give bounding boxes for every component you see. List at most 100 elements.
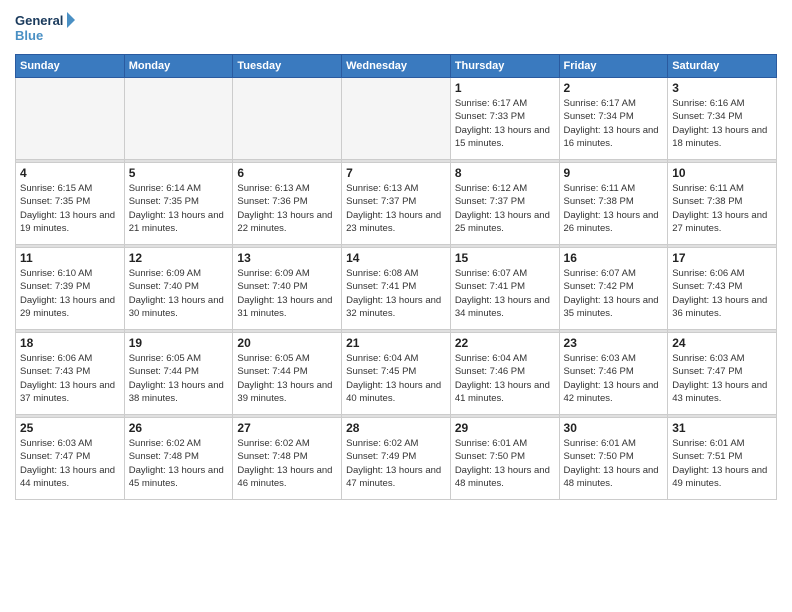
day-info: Sunrise: 6:11 AM Sunset: 7:38 PM Dayligh… [564,182,664,235]
calendar-day-cell: 9 Sunrise: 6:11 AM Sunset: 7:38 PM Daylig… [559,163,668,245]
day-info: Sunrise: 6:04 AM Sunset: 7:46 PM Dayligh… [455,352,555,405]
calendar-day-cell: 22 Sunrise: 6:04 AM Sunset: 7:46 PM Dayli… [450,333,559,415]
calendar-day-cell: 8 Sunrise: 6:12 AM Sunset: 7:37 PM Daylig… [450,163,559,245]
weekday-header: Wednesday [342,55,451,78]
day-info: Sunrise: 6:06 AM Sunset: 7:43 PM Dayligh… [20,352,120,405]
day-info: Sunrise: 6:02 AM Sunset: 7:48 PM Dayligh… [237,437,337,490]
calendar-day-cell: 24 Sunrise: 6:03 AM Sunset: 7:47 PM Dayli… [668,333,777,415]
calendar: SundayMondayTuesdayWednesdayThursdayFrid… [15,54,777,500]
day-number: 16 [564,251,664,265]
day-number: 22 [455,336,555,350]
weekday-header: Friday [559,55,668,78]
calendar-header-row: SundayMondayTuesdayWednesdayThursdayFrid… [16,55,777,78]
day-info: Sunrise: 6:01 AM Sunset: 7:50 PM Dayligh… [564,437,664,490]
day-number: 15 [455,251,555,265]
day-info: Sunrise: 6:13 AM Sunset: 7:37 PM Dayligh… [346,182,446,235]
day-number: 12 [129,251,229,265]
calendar-day-cell: 15Sunrise: 6:07 AM Sunset: 7:41 PM Dayli… [450,248,559,330]
calendar-week-row: 1 Sunrise: 6:17 AM Sunset: 7:33 PM Daylig… [16,78,777,160]
calendar-week-row: 18 Sunrise: 6:06 AM Sunset: 7:43 PM Dayli… [16,333,777,415]
calendar-day-cell: 31Sunrise: 6:01 AM Sunset: 7:51 PM Dayli… [668,418,777,500]
day-number: 19 [129,336,229,350]
calendar-day-cell: 12 Sunrise: 6:09 AM Sunset: 7:40 PM Dayli… [124,248,233,330]
day-info: Sunrise: 6:01 AM Sunset: 7:51 PM Dayligh… [672,437,772,490]
day-info: Sunrise: 6:08 AM Sunset: 7:41 PM Dayligh… [346,267,446,320]
day-number: 6 [237,166,337,180]
calendar-day-cell [233,78,342,160]
day-number: 18 [20,336,120,350]
day-info: Sunrise: 6:03 AM Sunset: 7:46 PM Dayligh… [564,352,664,405]
calendar-day-cell [16,78,125,160]
calendar-day-cell: 27 Sunrise: 6:02 AM Sunset: 7:48 PM Dayli… [233,418,342,500]
day-number: 25 [20,421,120,435]
day-info: Sunrise: 6:05 AM Sunset: 7:44 PM Dayligh… [237,352,337,405]
day-number: 27 [237,421,337,435]
day-info: Sunrise: 6:12 AM Sunset: 7:37 PM Dayligh… [455,182,555,235]
calendar-day-cell: 17 Sunrise: 6:06 AM Sunset: 7:43 PM Dayli… [668,248,777,330]
day-number: 1 [455,81,555,95]
calendar-day-cell: 25 Sunrise: 6:03 AM Sunset: 7:47 PM Dayli… [16,418,125,500]
day-info: Sunrise: 6:13 AM Sunset: 7:36 PM Dayligh… [237,182,337,235]
day-number: 21 [346,336,446,350]
day-info: Sunrise: 6:05 AM Sunset: 7:44 PM Dayligh… [129,352,229,405]
day-info: Sunrise: 6:14 AM Sunset: 7:35 PM Dayligh… [129,182,229,235]
calendar-day-cell: 16 Sunrise: 6:07 AM Sunset: 7:42 PM Dayli… [559,248,668,330]
day-info: Sunrise: 6:01 AM Sunset: 7:50 PM Dayligh… [455,437,555,490]
calendar-day-cell: 13Sunrise: 6:09 AM Sunset: 7:40 PM Dayli… [233,248,342,330]
day-number: 26 [129,421,229,435]
day-number: 4 [20,166,120,180]
day-info: Sunrise: 6:02 AM Sunset: 7:49 PM Dayligh… [346,437,446,490]
day-number: 24 [672,336,772,350]
calendar-day-cell: 19 Sunrise: 6:05 AM Sunset: 7:44 PM Dayli… [124,333,233,415]
calendar-day-cell: 28 Sunrise: 6:02 AM Sunset: 7:49 PM Dayli… [342,418,451,500]
day-info: Sunrise: 6:17 AM Sunset: 7:34 PM Dayligh… [564,97,664,150]
calendar-week-row: 25 Sunrise: 6:03 AM Sunset: 7:47 PM Dayli… [16,418,777,500]
calendar-day-cell [124,78,233,160]
logo-svg: General Blue [15,10,75,46]
day-info: Sunrise: 6:11 AM Sunset: 7:38 PM Dayligh… [672,182,772,235]
day-number: 29 [455,421,555,435]
calendar-day-cell: 30Sunrise: 6:01 AM Sunset: 7:50 PM Dayli… [559,418,668,500]
calendar-day-cell: 29 Sunrise: 6:01 AM Sunset: 7:50 PM Dayli… [450,418,559,500]
day-info: Sunrise: 6:17 AM Sunset: 7:33 PM Dayligh… [455,97,555,150]
day-info: Sunrise: 6:07 AM Sunset: 7:42 PM Dayligh… [564,267,664,320]
day-number: 2 [564,81,664,95]
svg-text:General: General [15,13,63,28]
day-number: 10 [672,166,772,180]
svg-text:Blue: Blue [15,28,43,43]
calendar-day-cell: 10 Sunrise: 6:11 AM Sunset: 7:38 PM Dayli… [668,163,777,245]
calendar-day-cell: 14 Sunrise: 6:08 AM Sunset: 7:41 PM Dayli… [342,248,451,330]
day-number: 28 [346,421,446,435]
page-header: General Blue [15,10,777,46]
day-info: Sunrise: 6:02 AM Sunset: 7:48 PM Dayligh… [129,437,229,490]
day-number: 3 [672,81,772,95]
weekday-header: Monday [124,55,233,78]
calendar-day-cell: 11Sunrise: 6:10 AM Sunset: 7:39 PM Dayli… [16,248,125,330]
day-number: 9 [564,166,664,180]
calendar-day-cell: 3 Sunrise: 6:16 AM Sunset: 7:34 PM Daylig… [668,78,777,160]
day-number: 14 [346,251,446,265]
calendar-day-cell [342,78,451,160]
day-info: Sunrise: 6:09 AM Sunset: 7:40 PM Dayligh… [129,267,229,320]
day-info: Sunrise: 6:03 AM Sunset: 7:47 PM Dayligh… [20,437,120,490]
calendar-day-cell: 5Sunrise: 6:14 AM Sunset: 7:35 PM Daylig… [124,163,233,245]
calendar-day-cell: 23 Sunrise: 6:03 AM Sunset: 7:46 PM Dayli… [559,333,668,415]
day-info: Sunrise: 6:03 AM Sunset: 7:47 PM Dayligh… [672,352,772,405]
calendar-day-cell: 1 Sunrise: 6:17 AM Sunset: 7:33 PM Daylig… [450,78,559,160]
calendar-week-row: 11Sunrise: 6:10 AM Sunset: 7:39 PM Dayli… [16,248,777,330]
calendar-week-row: 4Sunrise: 6:15 AM Sunset: 7:35 PM Daylig… [16,163,777,245]
weekday-header: Tuesday [233,55,342,78]
calendar-day-cell: 20Sunrise: 6:05 AM Sunset: 7:44 PM Dayli… [233,333,342,415]
weekday-header: Sunday [16,55,125,78]
weekday-header: Thursday [450,55,559,78]
day-info: Sunrise: 6:16 AM Sunset: 7:34 PM Dayligh… [672,97,772,150]
day-number: 7 [346,166,446,180]
day-number: 17 [672,251,772,265]
weekday-header: Saturday [668,55,777,78]
calendar-day-cell: 4Sunrise: 6:15 AM Sunset: 7:35 PM Daylig… [16,163,125,245]
day-number: 23 [564,336,664,350]
day-number: 8 [455,166,555,180]
day-info: Sunrise: 6:09 AM Sunset: 7:40 PM Dayligh… [237,267,337,320]
calendar-day-cell: 26 Sunrise: 6:02 AM Sunset: 7:48 PM Dayli… [124,418,233,500]
day-info: Sunrise: 6:06 AM Sunset: 7:43 PM Dayligh… [672,267,772,320]
